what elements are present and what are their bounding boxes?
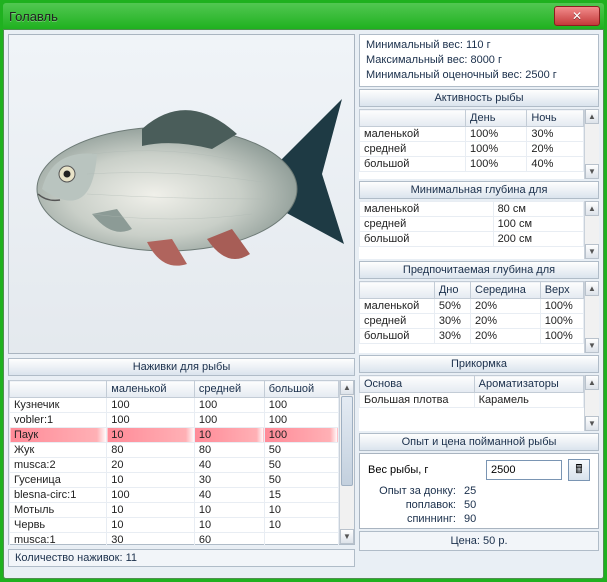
table-row[interactable]: маленькой100%30% bbox=[360, 127, 584, 142]
table-row[interactable]: musca:2204050 bbox=[10, 458, 339, 473]
activity-scrollbar[interactable]: ▲ ▼ bbox=[584, 109, 599, 179]
scroll-up-icon[interactable]: ▲ bbox=[585, 109, 599, 124]
scroll-thumb[interactable] bbox=[341, 396, 353, 486]
close-icon: ✕ bbox=[572, 9, 582, 23]
pref-depth-table: Дно Середина Верх маленькой50%20%100%сре… bbox=[359, 281, 599, 353]
bait-col-name[interactable] bbox=[10, 381, 107, 398]
calculate-button[interactable]: 🖩 bbox=[568, 459, 590, 481]
bait-scrollbar[interactable]: ▲ ▼ bbox=[339, 380, 354, 544]
table-row[interactable]: Большая плотва Карамель bbox=[360, 393, 584, 408]
scroll-down-icon[interactable]: ▼ bbox=[585, 416, 599, 431]
table-row[interactable]: средней100 см bbox=[360, 217, 584, 232]
weight-label: Вес рыбы, г bbox=[368, 464, 480, 476]
min-depth-heading: Минимальная глубина для bbox=[359, 181, 599, 199]
bait-col-med[interactable]: средней bbox=[194, 381, 264, 398]
titlebar[interactable]: Голавль ✕ bbox=[3, 3, 604, 29]
table-row[interactable]: большой100%40% bbox=[360, 157, 584, 172]
exp-row: Опыт за донку:25 bbox=[360, 484, 598, 498]
weights-panel: Минимальный вес: 110 г Максимальный вес:… bbox=[359, 34, 599, 87]
bait-col-small[interactable]: маленькой bbox=[107, 381, 195, 398]
app-window: Голавль ✕ bbox=[0, 0, 607, 582]
exp-row: спиннинг:90 bbox=[360, 512, 598, 526]
table-row[interactable]: большой30%20%100% bbox=[360, 329, 584, 344]
scroll-down-icon[interactable]: ▼ bbox=[585, 244, 599, 259]
exp-panel: Вес рыбы, г 🖩 Опыт за донку:25поплавок:5… bbox=[359, 453, 599, 529]
table-row[interactable]: Червь101010 bbox=[10, 518, 339, 533]
scroll-up-icon[interactable]: ▲ bbox=[585, 201, 599, 216]
table-row[interactable]: маленькой50%20%100% bbox=[360, 299, 584, 314]
table-row[interactable]: Паук1010100 bbox=[10, 428, 339, 443]
table-row[interactable]: blesna-circ:11004015 bbox=[10, 488, 339, 503]
scroll-down-icon[interactable]: ▼ bbox=[340, 529, 354, 544]
table-row[interactable]: средней30%20%100% bbox=[360, 314, 584, 329]
pref-depth-scrollbar[interactable]: ▲ ▼ bbox=[584, 281, 599, 353]
weight-input[interactable] bbox=[486, 460, 562, 480]
table-row[interactable]: musca:13060 bbox=[10, 533, 339, 548]
min-depth-scrollbar[interactable]: ▲ ▼ bbox=[584, 201, 599, 259]
fish-illustration bbox=[12, 44, 352, 344]
client-area: Наживки для рыбы маленькой средней больш… bbox=[3, 29, 604, 579]
min-depth-table: маленькой80 смсредней100 смбольшой200 см… bbox=[359, 201, 599, 259]
fish-image bbox=[8, 34, 355, 354]
window-title: Голавль bbox=[9, 9, 58, 24]
table-row[interactable]: Кузнечик100100100 bbox=[10, 398, 339, 413]
bait-col-big[interactable]: большой bbox=[264, 381, 338, 398]
exp-row: поплавок:50 bbox=[360, 498, 598, 512]
scroll-up-icon[interactable]: ▲ bbox=[585, 281, 599, 296]
pref-depth-heading: Предпочитаемая глубина для bbox=[359, 261, 599, 279]
scroll-down-icon[interactable]: ▼ bbox=[585, 164, 599, 179]
table-row[interactable]: средней100%20% bbox=[360, 142, 584, 157]
bait-heading: Наживки для рыбы bbox=[8, 358, 355, 376]
activity-table: День Ночь маленькой100%30%средней100%20%… bbox=[359, 109, 599, 179]
exp-heading: Опыт и цена пойманной рыбы bbox=[359, 433, 599, 451]
table-row[interactable]: Жук808050 bbox=[10, 443, 339, 458]
scroll-up-icon[interactable]: ▲ bbox=[585, 375, 599, 390]
calculator-icon: 🖩 bbox=[575, 460, 582, 481]
bait-table: маленькой средней большой Кузнечик100100… bbox=[8, 380, 355, 545]
table-row[interactable]: Гусеница103050 bbox=[10, 473, 339, 488]
groundbait-heading: Прикормка bbox=[359, 355, 599, 373]
bait-count-status: Количество наживок: 11 bbox=[8, 549, 355, 567]
scroll-down-icon[interactable]: ▼ bbox=[585, 338, 599, 353]
close-button[interactable]: ✕ bbox=[554, 6, 600, 26]
price-row: Цена: 50 р. bbox=[359, 531, 599, 551]
activity-heading: Активность рыбы bbox=[359, 89, 599, 107]
groundbait-scrollbar[interactable]: ▲ ▼ bbox=[584, 375, 599, 431]
scroll-up-icon[interactable]: ▲ bbox=[340, 380, 354, 395]
table-row[interactable]: маленькой80 см bbox=[360, 202, 584, 217]
groundbait-table: Основа Ароматизаторы Большая плотва Кара… bbox=[359, 375, 599, 431]
table-row[interactable]: vobler:1100100100 bbox=[10, 413, 339, 428]
table-row[interactable]: большой200 см bbox=[360, 232, 584, 247]
table-row[interactable]: Мотыль101010 bbox=[10, 503, 339, 518]
